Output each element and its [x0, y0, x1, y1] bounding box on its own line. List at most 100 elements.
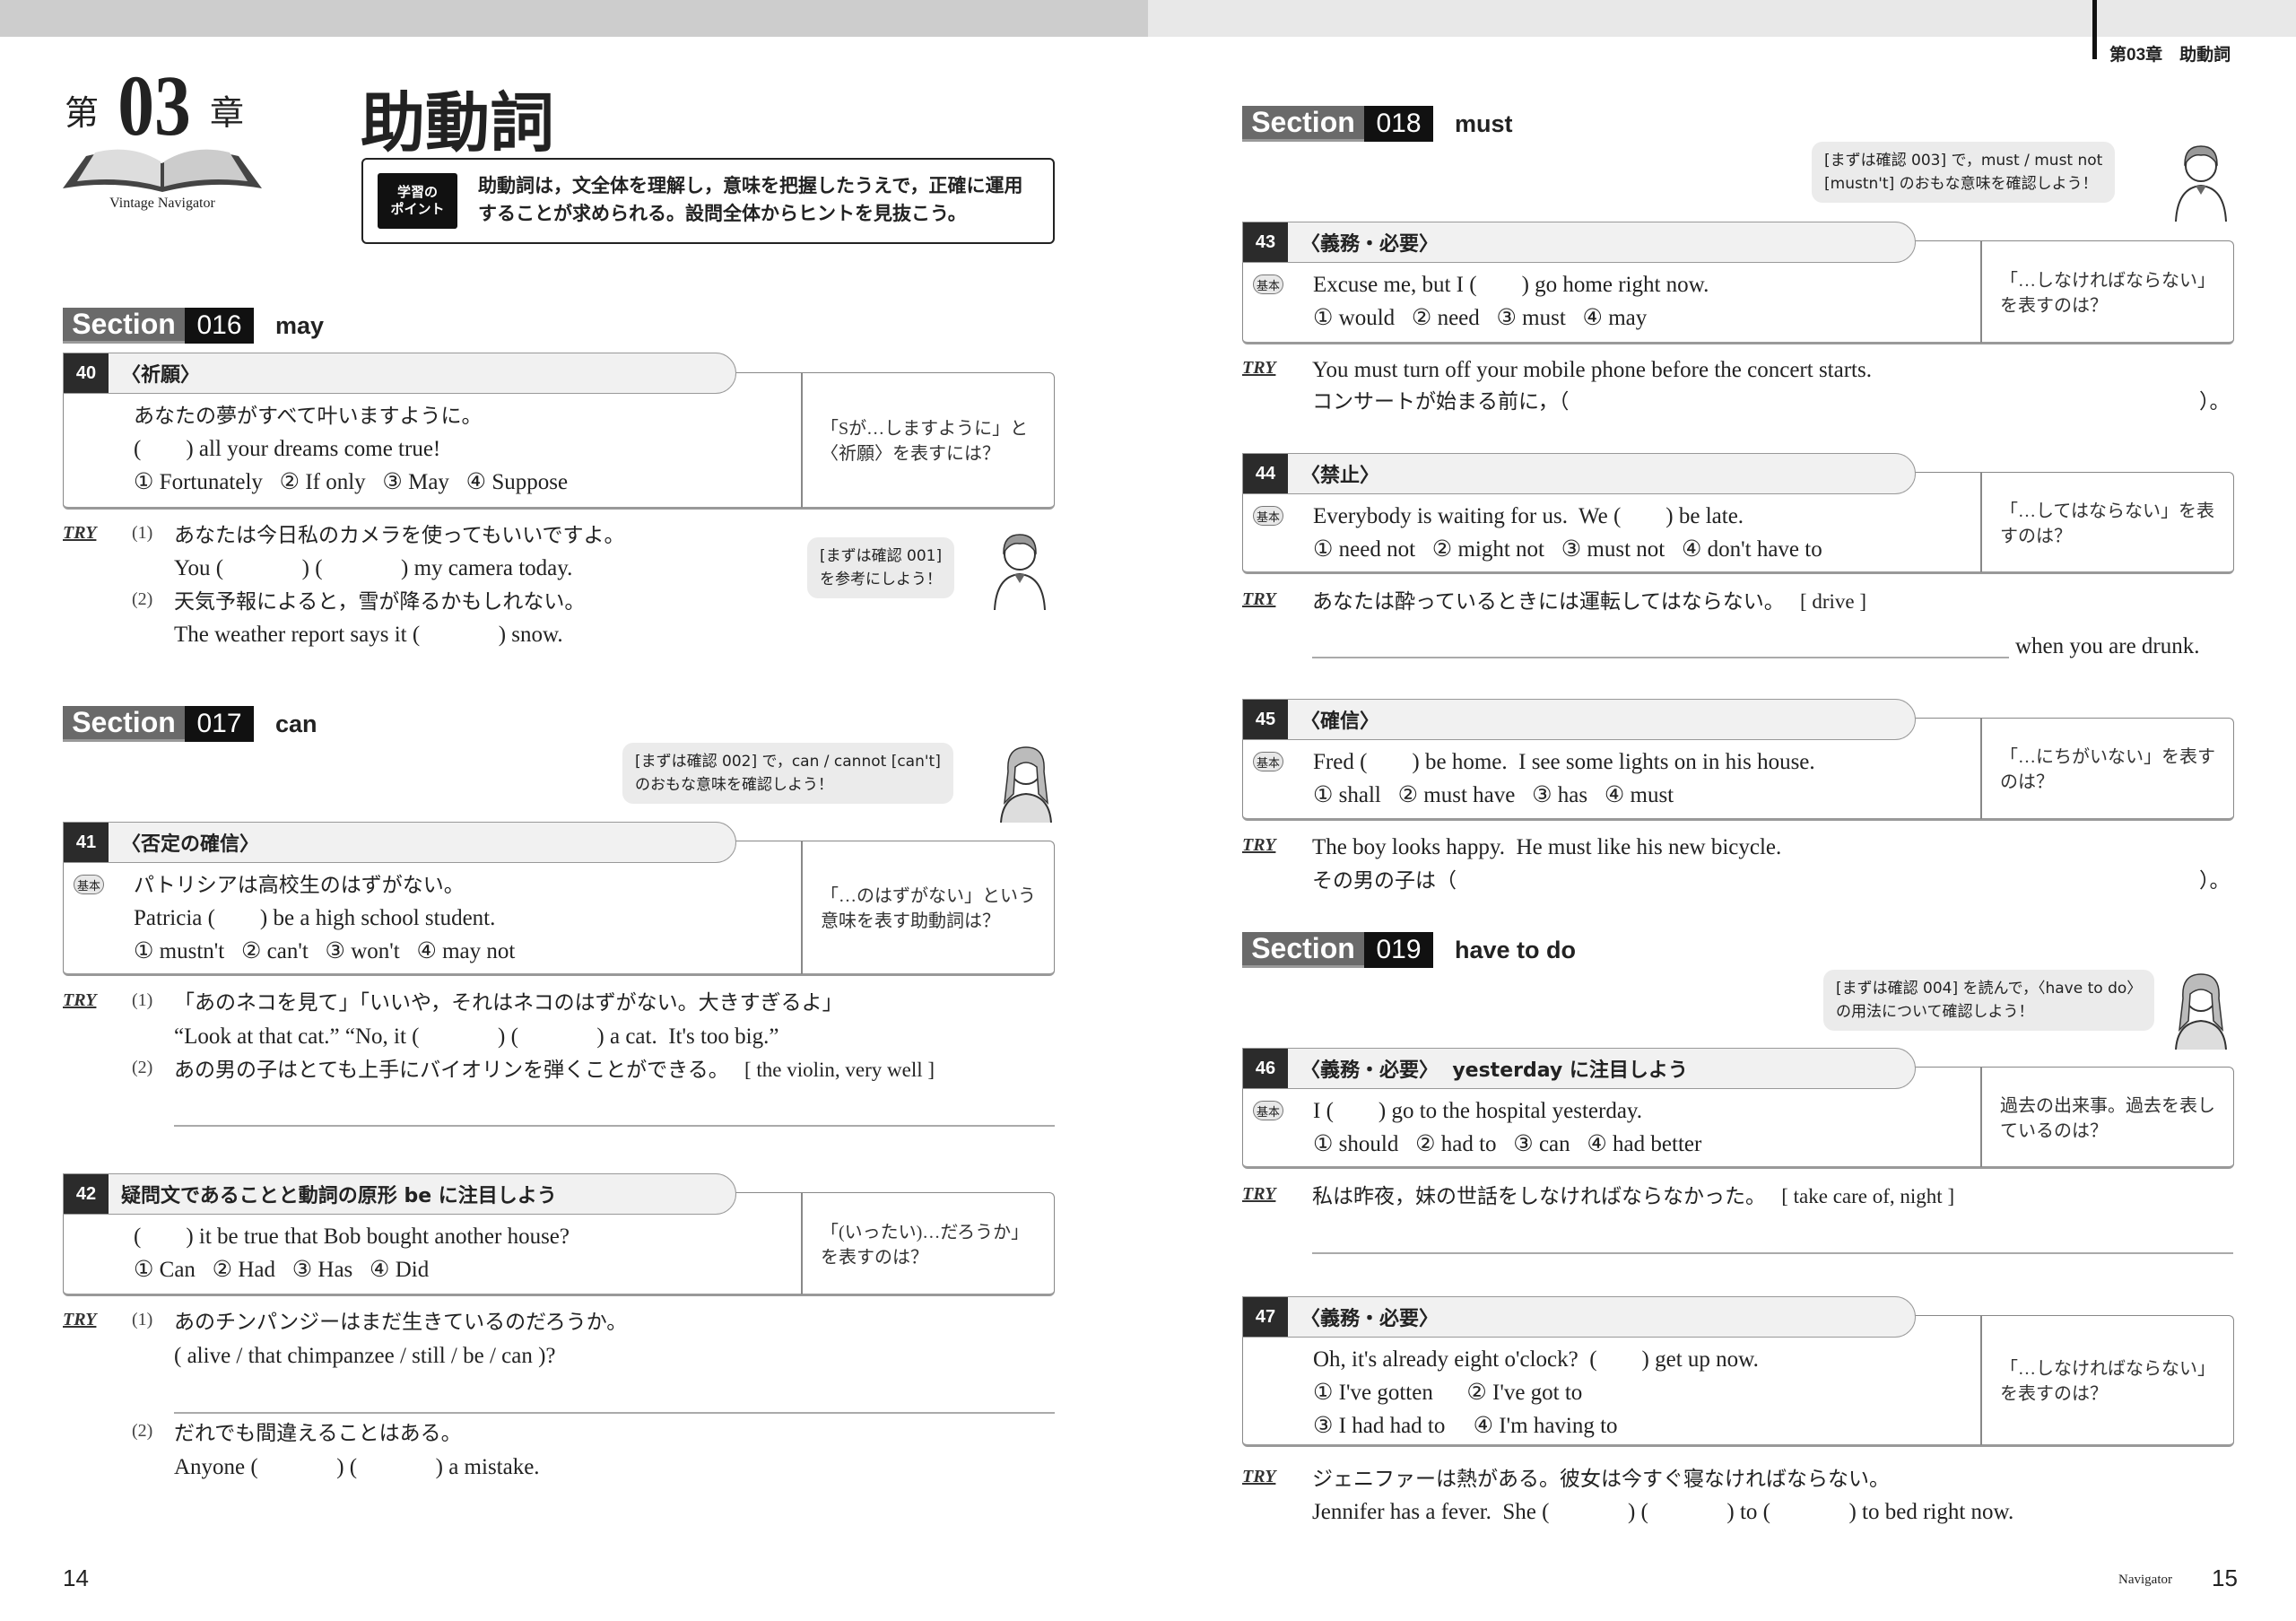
section-label: Section [1242, 932, 1364, 968]
section-number: 019 [1364, 932, 1433, 968]
running-head: 第03章 助動詞 [2109, 46, 2231, 65]
answer-line [174, 1412, 1055, 1414]
question-divider [1980, 718, 1982, 819]
hint-line: のは？ [2000, 772, 2054, 792]
question-category: 〈禁止〉 [1300, 465, 1380, 487]
question-header: 47 〈義務・必要〉 [1242, 1296, 1916, 1338]
question-header: 42 疑問文であることと動詞の原形 be に注目しよう [63, 1173, 736, 1215]
try-line: Anyone ( ) ( ) a mistake. [174, 1455, 540, 1479]
page-number-left: 14 [63, 1564, 89, 1591]
section-number: 016 [185, 308, 254, 344]
try-pencil-label: TRY [1242, 589, 1276, 609]
question-number: 40 [64, 353, 109, 393]
hint-line: 「(いったい)…だろうか」 [821, 1222, 1030, 1242]
chapter-prefix: 第 [65, 95, 100, 133]
bubble-line: [まずは確認 002] で，can / cannot [can't] [635, 753, 941, 771]
try-line: コンサートが始まる前に，（ [1312, 390, 1570, 413]
hint-bubble: [まずは確認 001] を参考にしよう！ [807, 537, 955, 598]
try-line: あなたは今日私のカメラを使ってもいいですよ。 [174, 524, 625, 546]
question-line: ① Can ② Had ③ Has ④ Did [134, 1258, 430, 1282]
try-line: ジェニファーは熱がある。彼女は今すぐ寝なければならない。 [1312, 1468, 1890, 1490]
question-header: 44 〈禁止〉 [1242, 453, 1916, 494]
question-number: 47 [1243, 1297, 1288, 1337]
bubble-line: のおもな意味を確認しよう！ [635, 776, 833, 794]
try-line: “Look at that cat.” “No, it ( ) ( ) a ca… [174, 1024, 779, 1049]
section-heading: Section 016 may [63, 308, 324, 344]
point-line: 助動詞は，文全体を理解し，意味を把握したうえで，正確に運用 [478, 175, 1023, 196]
section-heading: Section 017 can [63, 706, 317, 742]
chapter-title: 助動詞 [361, 85, 555, 161]
hint-line: 「Sが…しますように」と [821, 418, 1029, 439]
running-head-rule [2092, 0, 2097, 59]
basic-badge: 基本 [1253, 1101, 1283, 1120]
question-line: Patricia ( ) be a high school student. [134, 906, 496, 930]
question-category: 〈義務・必要〉 [1300, 233, 1439, 256]
question-category: 〈否定の確信〉 [121, 833, 260, 856]
try-pencil-label: TRY [63, 1310, 97, 1329]
chapter-label: 第 03 章 [65, 63, 244, 149]
basic-badge: 基本 [74, 875, 104, 894]
section-topic: can [275, 710, 317, 737]
hint-line: 意味を表す助動詞は？ [821, 911, 1000, 931]
try-line: You ( ) ( ) my camera today. [174, 556, 573, 580]
section-label: Section [63, 308, 185, 344]
learning-point-badge: 学習の ポイント [378, 173, 457, 229]
answer-line [174, 1125, 1055, 1127]
question-category: 〈祈願〉 [121, 364, 201, 387]
hint-line: ているのは？ [2000, 1120, 2108, 1141]
try-pencil-label: TRY [1242, 1467, 1276, 1486]
try-item-number: (1) [132, 1310, 153, 1329]
question-line: ① mustn't ② can't ③ won't ④ may not [134, 939, 516, 963]
character-illustration-icon [994, 534, 1046, 610]
try-line-end: ）。 [2199, 390, 2231, 413]
question-divider [1980, 1067, 1982, 1167]
hint-bubble: [まずは確認 004] を読んで，〈have to do〉 の用法について確認しよ… [1823, 970, 2155, 1031]
question-line: ① would ② need ③ must ④ may [1313, 306, 1648, 330]
question-category: 〈義務・必要〉 yesterday に注目しよう [1300, 1059, 1688, 1082]
question-divider [1980, 472, 1982, 572]
question-line: パトリシアは高校生のはずがない。 [134, 874, 465, 896]
hint-line: を表すのは？ [2000, 1384, 2108, 1404]
question-line: I ( ) go to the hospital yesterday. [1313, 1099, 1643, 1123]
try-line: その男の子は（ [1312, 869, 1457, 892]
character-illustration-icon [2175, 145, 2227, 222]
question-divider [1980, 1315, 1982, 1445]
question-header: 46 〈義務・必要〉 yesterday に注目しよう [1242, 1048, 1916, 1089]
section-topic: may [275, 311, 325, 339]
basic-badge: 基本 [1253, 752, 1283, 771]
try-line: あのチンパンジーはまだ生きているのだろうか。 [174, 1311, 628, 1333]
question-line: ① I've gotten ② I've got to [1313, 1381, 1583, 1405]
try-line: You must turn off your mobile phone befo… [1312, 358, 1872, 382]
footer-label: Navigator [2118, 1573, 2172, 1587]
try-pencil-label: TRY [63, 523, 97, 543]
section-label: Section [63, 706, 185, 742]
question-line: ① should ② had to ③ can ④ had better [1313, 1132, 1702, 1156]
question-line: ③ I had had to ④ I'm having to [1313, 1414, 1618, 1438]
section-number: 018 [1364, 106, 1433, 142]
try-line: 「あのネコを見て」「いいや，それはネコのはずがない。大きすぎるよ」 [174, 991, 843, 1014]
hint-bubble: [まずは確認 003] で，must / must not [mustn't] の… [1812, 142, 2116, 203]
question-line: ( ) all your dreams come true! [134, 437, 441, 461]
question-line: ① need not ② might not ③ must not ④ don'… [1313, 537, 1822, 562]
section-topic: have to do [1455, 936, 1577, 963]
character-illustration-icon [1000, 746, 1052, 823]
section-topic: must [1455, 109, 1513, 137]
badge-line: ポイント [390, 201, 445, 217]
question-category: 疑問文であることと動詞の原形 be に注目しよう [121, 1185, 557, 1207]
top-bar-right [1148, 0, 2296, 37]
logo-text: Vintage Navigator [109, 196, 215, 211]
try-answer-suffix: when you are drunk. [2015, 634, 2200, 658]
question-divider [801, 841, 803, 974]
question-line: ① Fortunately ② If only ③ May ④ Suppose [134, 470, 569, 494]
try-pencil-label: TRY [1242, 1184, 1276, 1204]
try-item-number: (2) [132, 1058, 153, 1077]
try-line: だれでも間違えることはある。 [174, 1422, 462, 1444]
question-hint: 「…にちがいない」を表す のは？ [2000, 745, 2215, 795]
basic-badge: 基本 [1253, 275, 1283, 294]
hint-line: すのは？ [2000, 526, 2072, 546]
bubble-line: [まずは確認 001] [820, 547, 943, 565]
chapter-suffix: 章 [210, 95, 245, 133]
hint-line: を表すのは？ [821, 1247, 928, 1268]
question-line: Excuse me, but I ( ) go home right now. [1313, 273, 1709, 297]
point-line: することが求められる。設問全体からヒントを見抜こう。 [478, 203, 967, 224]
